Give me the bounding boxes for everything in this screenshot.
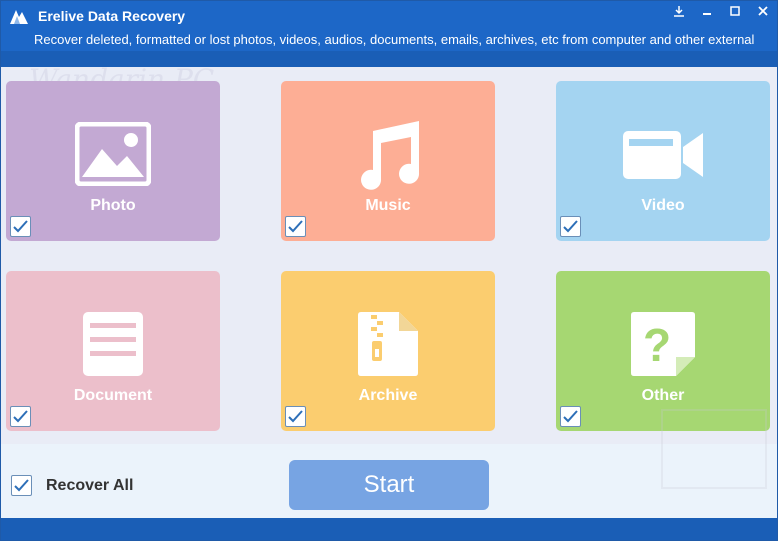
- app-title: Erelive Data Recovery: [38, 8, 186, 24]
- svg-text:?: ?: [643, 319, 671, 371]
- tile-label-archive: Archive: [358, 387, 418, 404]
- recover-all-label: Recover All: [46, 476, 134, 494]
- zip-file-icon: [358, 312, 418, 376]
- maximize-icon[interactable]: [721, 1, 749, 21]
- tile-label-document: Document: [73, 387, 153, 404]
- close-icon[interactable]: [749, 1, 777, 21]
- tile-other[interactable]: ? Other: [556, 271, 770, 431]
- music-checkbox[interactable]: [285, 216, 306, 237]
- window-controls: [665, 1, 777, 21]
- bottom-status-bar: [1, 518, 777, 540]
- title-bar: Erelive Data Recovery Recover deleted, f…: [1, 1, 777, 67]
- recover-all-checkbox[interactable]: [11, 475, 32, 496]
- tile-label-photo: Photo: [90, 197, 136, 214]
- video-camera-icon: [623, 131, 703, 179]
- tile-label-video: Video: [641, 197, 685, 214]
- start-button[interactable]: Start: [289, 460, 489, 510]
- image-icon: [75, 122, 151, 186]
- minimize-icon[interactable]: [693, 1, 721, 21]
- tile-label-other: Other: [641, 387, 685, 404]
- video-checkbox[interactable]: [560, 216, 581, 237]
- recover-all-toggle[interactable]: Recover All: [11, 475, 133, 496]
- app-logo-icon: [10, 10, 28, 24]
- app-subtitle: Recover deleted, formatted or lost photo…: [34, 32, 755, 47]
- tile-label-music: Music: [365, 197, 411, 214]
- other-checkbox[interactable]: [560, 406, 581, 427]
- tile-photo[interactable]: Photo: [6, 81, 220, 241]
- photo-checkbox[interactable]: [10, 216, 31, 237]
- tile-document[interactable]: Document: [6, 271, 220, 431]
- tile-archive[interactable]: Archive: [281, 271, 495, 431]
- download-icon[interactable]: [665, 1, 693, 21]
- watermark-box: [661, 409, 767, 489]
- archive-checkbox[interactable]: [285, 406, 306, 427]
- document-checkbox[interactable]: [10, 406, 31, 427]
- tile-music[interactable]: Music: [281, 81, 495, 241]
- question-file-icon: ?: [631, 312, 695, 376]
- tile-video[interactable]: Video: [556, 81, 770, 241]
- music-note-icon: [361, 121, 420, 190]
- document-icon: [83, 312, 143, 376]
- app-window: Erelive Data Recovery Recover deleted, f…: [0, 0, 778, 541]
